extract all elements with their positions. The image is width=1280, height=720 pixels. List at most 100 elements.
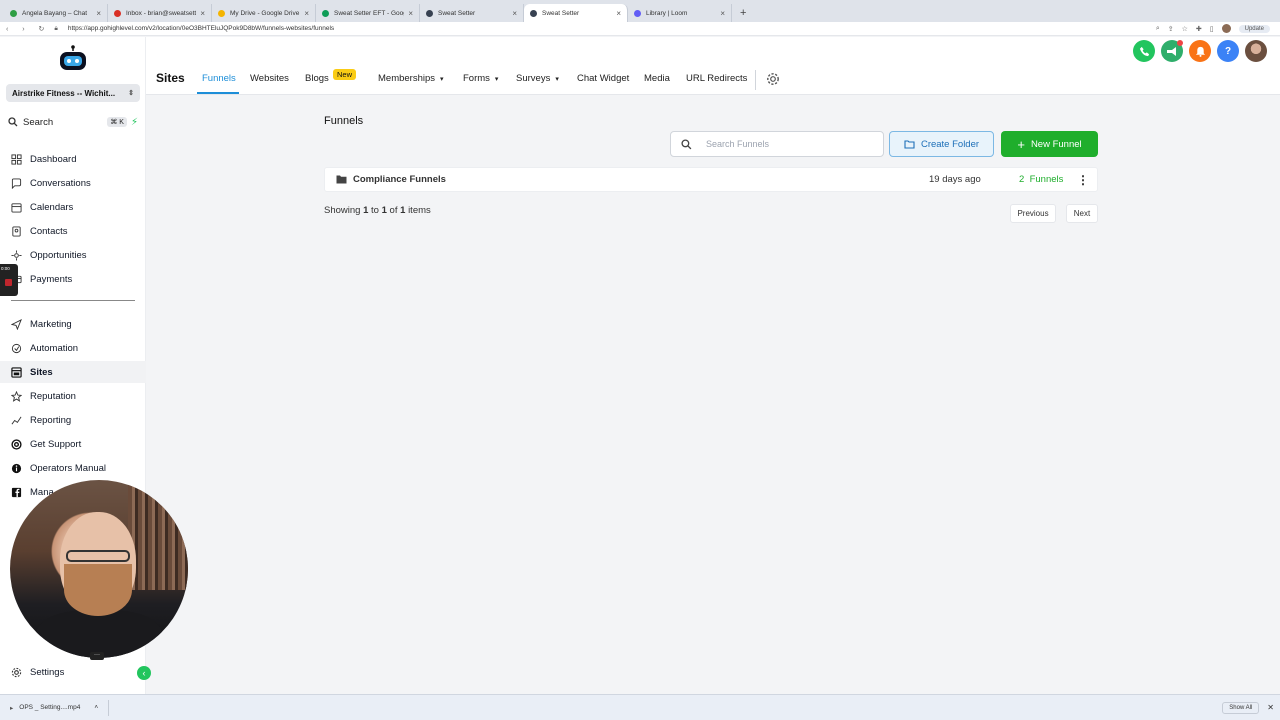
person-shirt: [36, 610, 162, 658]
account-name: Airstrike Fitness -- Wichit...: [12, 88, 116, 98]
sidebar-item-payments[interactable]: Payments: [0, 268, 146, 290]
tab-close-icon[interactable]: ×: [304, 9, 309, 18]
tab-close-icon[interactable]: ×: [720, 9, 725, 18]
webcam-bubble[interactable]: [10, 480, 188, 658]
next-page-button[interactable]: Next: [1066, 204, 1098, 223]
browser-tab[interactable]: Library | Loom ×: [628, 4, 732, 22]
download-item[interactable]: ▸ OPS _ Setting....mp4 ˄: [10, 704, 98, 712]
screen-recorder-widget[interactable]: 0:00: [0, 264, 18, 296]
tab-url-redirects[interactable]: URL Redirects: [686, 73, 747, 84]
tab-media[interactable]: Media: [644, 73, 670, 84]
folder-name[interactable]: Compliance Funnels: [353, 174, 446, 185]
sidebar-item-label: Settings: [30, 666, 65, 678]
browser-nav-icons[interactable]: ‹ › ↻: [6, 25, 50, 33]
bell-icon[interactable]: [1189, 40, 1211, 62]
tab-surveys[interactable]: Surveys ▾: [516, 73, 559, 84]
update-button[interactable]: Update: [1238, 24, 1270, 33]
browser-tab[interactable]: Sweat Setter ×: [524, 4, 628, 22]
tab-close-icon[interactable]: ×: [200, 9, 205, 18]
tab-favicon-icon: [426, 9, 433, 17]
url-text[interactable]: https://app.gohighlevel.com/v2/location/…: [68, 25, 334, 32]
previous-page-button[interactable]: Previous: [1010, 204, 1056, 223]
phone-icon[interactable]: [1133, 40, 1155, 62]
sidebar-item-sites[interactable]: Sites: [0, 361, 146, 383]
stop-recording-icon[interactable]: [5, 279, 12, 286]
sidebar-item-conversations[interactable]: Conversations: [0, 172, 146, 194]
browser-tab[interactable]: Sweat Setter EFT - Google Sh... ×: [316, 4, 420, 22]
sidebar-item-calendars[interactable]: Calendars: [0, 196, 146, 218]
tab-favicon-icon: [634, 9, 641, 17]
dashboard-icon: [11, 153, 22, 165]
tab-close-icon[interactable]: ×: [96, 9, 101, 18]
user-avatar[interactable]: [1245, 40, 1267, 62]
tab-close-icon[interactable]: ×: [616, 9, 621, 18]
sidebar-item-dashboard[interactable]: Dashboard: [0, 148, 146, 170]
tab-title: Inbox - brian@sweatsetter.com: [126, 9, 197, 17]
help-icon[interactable]: ?: [1217, 40, 1239, 62]
bot-logo-icon[interactable]: [58, 45, 88, 73]
browser-tab[interactable]: Inbox - brian@sweatsetter.com×: [108, 4, 212, 22]
nav-separator: [755, 70, 756, 90]
sidebar-item-get-support[interactable]: Get Support: [0, 433, 146, 455]
close-icon[interactable]: ✕: [1267, 703, 1274, 712]
person-glasses: [66, 550, 130, 562]
tab-websites[interactable]: Websites: [250, 73, 289, 84]
chevron-up-icon[interactable]: ˄: [94, 704, 98, 711]
gear-icon: [11, 667, 22, 677]
showing-prefix: Showing: [324, 205, 361, 216]
tab-favicon-icon: [530, 9, 537, 17]
more-options-icon[interactable]: ⋮: [1077, 173, 1089, 187]
calendar-icon: [11, 202, 22, 213]
browser-tab[interactable]: Sweat Setter ×: [420, 4, 524, 22]
tab-close-icon[interactable]: ×: [512, 9, 517, 18]
tab-forms[interactable]: Forms ▾: [463, 73, 498, 84]
sidebar-item-reporting[interactable]: Reporting: [0, 409, 146, 431]
extensions-icon[interactable]: ✚: [1196, 25, 1202, 33]
table-row[interactable]: Compliance Funnels 19 days ago 2 Funnels…: [324, 167, 1098, 192]
sidebar-item-reputation[interactable]: Reputation: [0, 385, 146, 407]
tab-chat-widget[interactable]: Chat Widget: [577, 73, 629, 84]
sidebar-item-settings[interactable]: Settings: [0, 661, 146, 683]
tab-label: Surveys: [516, 73, 551, 84]
sidebar-item-automation[interactable]: Automation: [0, 337, 146, 359]
tab-title: Sweat Setter: [542, 9, 580, 17]
tab-blogs[interactable]: Blogs: [305, 73, 329, 84]
tab-title: Library | Loom: [646, 9, 688, 17]
new-funnel-button[interactable]: + New Funnel: [1001, 131, 1098, 157]
tab-title: Sweat Setter EFT - Google Sh...: [334, 9, 404, 17]
tab-label: Chat Widget: [577, 73, 630, 84]
lightning-icon[interactable]: ⚡︎: [131, 117, 138, 128]
sidebar-divider: [11, 300, 135, 301]
account-switcher[interactable]: Airstrike Fitness -- Wichit... ⇕: [6, 84, 140, 102]
search-funnels-input[interactable]: Search Funnels: [670, 131, 884, 157]
tab-close-icon[interactable]: ×: [408, 9, 413, 18]
sidebar-item-contacts[interactable]: Contacts: [0, 220, 146, 242]
sidebar-item-opportunities[interactable]: Opportunities: [0, 244, 146, 266]
lock-icon: 🔒︎: [54, 24, 58, 32]
tab-label: Forms: [463, 73, 490, 84]
browser-tab[interactable]: My Drive - Google Drive ×: [212, 4, 316, 22]
sidebar-item-operators-manual[interactable]: Operators Manual: [0, 457, 146, 479]
tab-funnels[interactable]: Funnels: [202, 73, 236, 84]
search-placeholder: Search Funnels: [706, 139, 770, 149]
sidepanel-icon[interactable]: ▯: [1210, 25, 1214, 33]
create-folder-button[interactable]: Create Folder: [889, 131, 994, 157]
share-icon[interactable]: ⇪: [1168, 25, 1174, 33]
notification-dot: [1177, 40, 1183, 46]
plus-icon: +: [1017, 136, 1025, 152]
collapse-sidebar-icon[interactable]: ‹: [137, 666, 151, 680]
chevron-down-icon: ▾: [440, 75, 444, 83]
new-tab-button[interactable]: +: [732, 7, 754, 22]
show-all-button[interactable]: Show All: [1222, 701, 1260, 714]
bookmark-star-icon[interactable]: ☆: [1182, 25, 1188, 33]
contacts-icon: [12, 225, 21, 237]
webcam-menu-icon[interactable]: ···: [90, 652, 104, 660]
sidebar-search[interactable]: Search ⌘ K ⚡︎: [8, 115, 138, 129]
browser-tab[interactable]: Angela Bayang – Chat ×: [4, 4, 108, 22]
profile-icon[interactable]: [1221, 24, 1231, 33]
sidebar-item-marketing[interactable]: Marketing: [0, 313, 146, 335]
tab-memberships[interactable]: Memberships ▾: [378, 73, 444, 84]
search-label: Search: [23, 116, 54, 128]
settings-gear-icon[interactable]: [766, 72, 780, 86]
zoom-icon[interactable]: ⌕: [1156, 25, 1160, 33]
